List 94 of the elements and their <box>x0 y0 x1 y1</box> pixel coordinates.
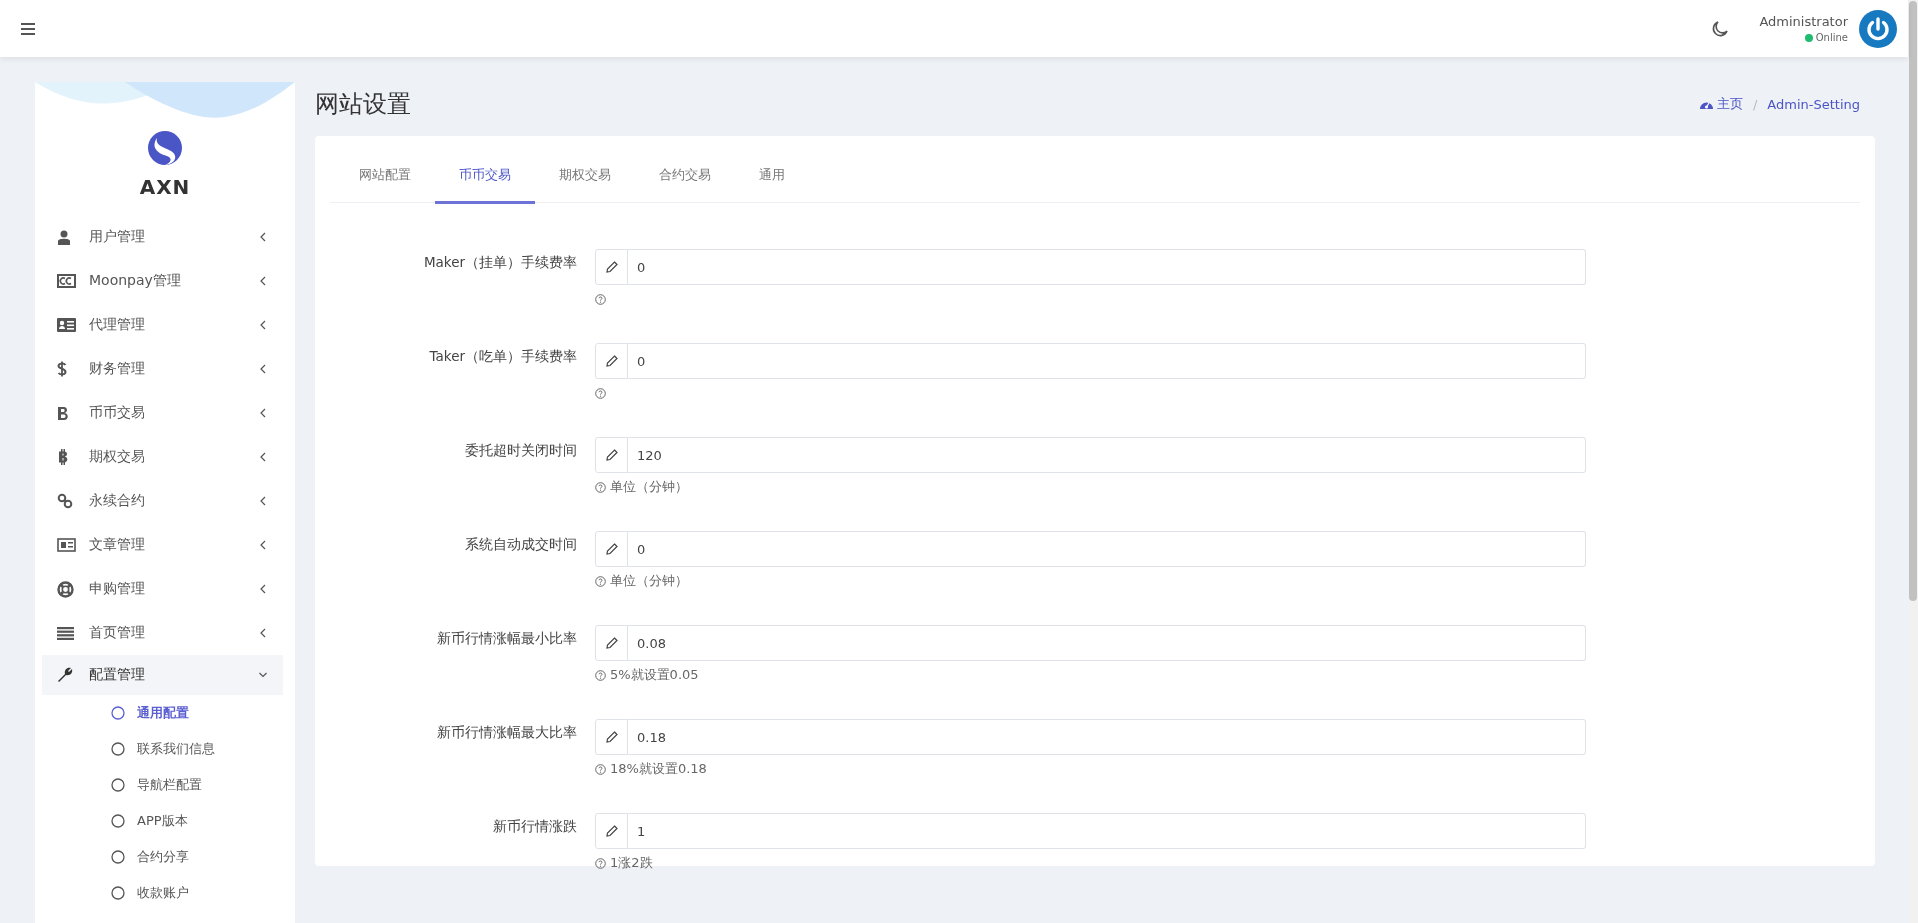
dollar-icon <box>57 361 67 377</box>
logo-icon <box>147 130 183 166</box>
sidebar-item[interactable]: 财务管理 <box>42 347 283 391</box>
brand-name: AXN <box>139 175 191 199</box>
pencil-icon <box>605 637 618 649</box>
chevron-icon <box>259 408 267 418</box>
help-icon <box>595 293 606 305</box>
sidebar-subitem[interactable]: APP版本 <box>35 803 295 839</box>
tab[interactable]: 币币交易 <box>435 166 535 204</box>
field-label: 委托超时关闭时间 <box>464 441 578 460</box>
field-label: 新币行情涨幅最小比率 <box>436 629 578 648</box>
newspaper-icon <box>57 538 76 552</box>
sidebar-item[interactable]: 文章管理 <box>42 523 283 567</box>
field-hint: 18%就设置0.18 <box>610 760 707 778</box>
input-field[interactable]: 0 <box>628 343 1586 379</box>
tab[interactable]: 网站配置 <box>335 166 435 204</box>
sidebar-subitem[interactable]: 收款账户 <box>35 875 295 911</box>
sidebar-item[interactable]: 代理管理 <box>42 303 283 347</box>
breadcrumb-link[interactable]: 主页 <box>1716 95 1743 113</box>
help-icon <box>595 669 606 681</box>
chevron-icon <box>259 452 267 462</box>
pencil-icon <box>605 825 618 837</box>
sidebar-subitem[interactable]: 通用配置 <box>35 695 295 731</box>
id-card-icon <box>57 318 76 332</box>
chevron-icon <box>259 540 267 550</box>
sidebar-subitem[interactable]: 导航栏配置 <box>35 767 295 803</box>
help-icon <box>595 763 606 775</box>
circle-icon <box>111 706 125 720</box>
chevron-icon <box>259 276 267 286</box>
menu-icon[interactable] <box>21 22 35 35</box>
circle-icon <box>111 886 125 900</box>
cc-icon <box>57 274 76 288</box>
bitcoin-icon <box>57 449 69 465</box>
page-title: 网站设置 <box>315 89 411 120</box>
chevron-icon <box>259 320 267 330</box>
moon-icon[interactable] <box>1711 19 1730 38</box>
chain-icon <box>57 493 73 509</box>
input-field[interactable]: 0.08 <box>628 625 1586 661</box>
tab[interactable]: 期权交易 <box>535 166 635 204</box>
field-label: 新币行情涨跌 <box>492 817 578 836</box>
tab[interactable]: 合约交易 <box>635 166 735 204</box>
circle-icon <box>111 850 125 864</box>
field-hint: 单位（分钟） <box>610 478 688 496</box>
chevron-icon <box>259 584 267 594</box>
scrollbar[interactable] <box>1908 0 1918 923</box>
pencil-icon <box>605 731 618 743</box>
circle-icon <box>111 742 125 756</box>
pencil-icon <box>605 543 618 555</box>
sidebar-item[interactable]: 申购管理 <box>42 567 283 611</box>
bold-icon <box>57 405 70 421</box>
input-field[interactable]: 0.18 <box>628 719 1586 755</box>
field-label: Maker（挂单）手续费率 <box>422 253 578 272</box>
sidebar-item[interactable]: 永续合约 <box>42 479 283 523</box>
field-label: Taker（吃单）手续费率 <box>428 347 578 366</box>
input-field[interactable]: 0 <box>628 531 1586 567</box>
field-hint: 5%就设置0.05 <box>610 666 699 684</box>
pencil-icon <box>605 355 618 367</box>
pencil-icon <box>605 261 618 273</box>
circle-icon <box>111 814 125 828</box>
input-field[interactable]: 120 <box>628 437 1586 473</box>
wrench-icon <box>57 667 73 683</box>
chevron-icon <box>259 670 267 680</box>
sidebar-subitem[interactable]: 合约分享 <box>35 839 295 875</box>
sidebar-subitem[interactable]: 联系我们信息 <box>35 731 295 767</box>
avatar-icon[interactable] <box>1858 8 1898 49</box>
field-hint: 单位（分钟） <box>610 572 688 590</box>
help-icon <box>595 387 606 399</box>
sidebar-item[interactable]: Moonpay管理 <box>42 259 283 303</box>
help-icon <box>595 575 606 587</box>
sidebar-item[interactable]: 配置管理 <box>42 655 283 695</box>
field-hint: 1涨2跌 <box>610 854 653 872</box>
field-label: 新币行情涨幅最大比率 <box>436 723 578 742</box>
input-field[interactable]: 1 <box>628 813 1586 849</box>
chevron-icon <box>259 364 267 374</box>
input-field[interactable]: 0 <box>628 249 1586 285</box>
chevron-icon <box>259 496 267 506</box>
sidebar-item[interactable]: 首页管理 <box>42 611 283 655</box>
chevron-icon <box>259 232 267 242</box>
list-icon <box>57 626 74 640</box>
circle-icon <box>111 778 125 792</box>
sidebar-item[interactable]: 用户管理 <box>42 215 283 259</box>
help-icon <box>595 481 606 493</box>
chevron-icon <box>259 628 267 638</box>
breadcrumb-separator: / <box>1752 96 1758 112</box>
tab[interactable]: 通用 <box>735 166 809 204</box>
users-icon <box>57 229 71 245</box>
help-icon <box>595 857 606 869</box>
field-label: 系统自动成交时间 <box>464 535 578 554</box>
user-name: Administrator <box>1759 14 1848 29</box>
life-ring-icon <box>57 580 74 598</box>
sidebar-item[interactable]: 期权交易 <box>42 435 283 479</box>
sidebar-item[interactable]: 币币交易 <box>42 391 283 435</box>
status-text: Online <box>1804 32 1848 43</box>
pencil-icon <box>605 449 618 461</box>
